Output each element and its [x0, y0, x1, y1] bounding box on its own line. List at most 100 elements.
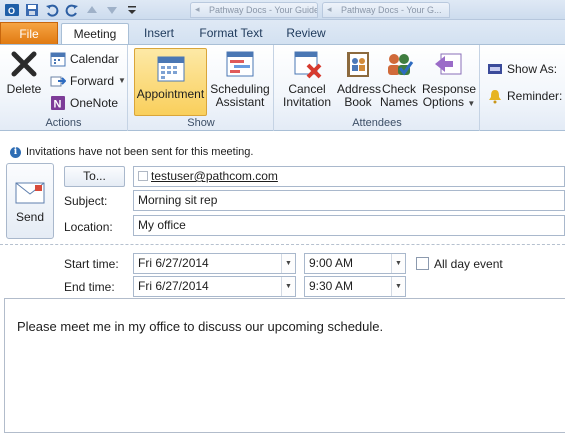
tab-review[interactable]: Review	[280, 23, 332, 44]
response-label-line2: Options	[422, 95, 465, 109]
location-field[interactable]: My office	[133, 215, 565, 236]
show-as-control[interactable]: Show As:	[487, 58, 557, 79]
options-group: Show As: Reminder:	[481, 45, 565, 131]
scheduling-assistant-button[interactable]: Scheduling Assistant	[209, 48, 271, 109]
scheduling-label-line1: Scheduling	[210, 82, 270, 96]
show-as-icon	[488, 63, 502, 74]
window-title-tab: ◂ Pathway Docs - Your G...	[322, 2, 450, 18]
start-time-picker[interactable]: 9:00 AM ▼	[304, 253, 406, 274]
calendar-label: Calendar	[70, 51, 119, 66]
attendees-group-label: Attendees	[352, 117, 402, 129]
undo-icon[interactable]	[44, 2, 60, 18]
check-names-button[interactable]: Check Names	[379, 48, 419, 109]
location-label: Location:	[64, 220, 113, 234]
cancel-label-line1: Cancel	[288, 82, 326, 96]
actions-group-label: Actions	[45, 117, 82, 129]
address-label-line2: Book	[344, 95, 372, 109]
show-group: Appointment Scheduling Assistant Show	[129, 45, 274, 131]
check-label-line1: Check	[381, 82, 416, 96]
end-date-dropdown-icon[interactable]: ▼	[281, 277, 295, 296]
response-options-icon	[435, 53, 462, 75]
end-time-value: 9:30 AM	[309, 279, 354, 293]
start-time-value: 9:00 AM	[309, 256, 354, 270]
to-recipient[interactable]: testuser@pathcom.com	[151, 169, 278, 183]
send-button[interactable]: Send	[6, 163, 54, 239]
tab-format-text[interactable]: Format Text	[191, 23, 271, 44]
ribbon: Delete Calendar Forward ▼ N OneNote Acti…	[0, 44, 565, 131]
info-icon: i	[10, 146, 21, 158]
forward-label: Forward	[70, 73, 115, 88]
subject-label: Subject:	[64, 194, 108, 208]
start-time-label: Start time:	[64, 257, 119, 271]
previous-item-icon[interactable]	[84, 2, 100, 18]
start-date-picker[interactable]: Fri 6/27/2014 ▼	[133, 253, 296, 274]
start-date-dropdown-icon[interactable]: ▼	[281, 254, 295, 273]
end-time-dropdown-icon[interactable]: ▼	[391, 277, 405, 296]
start-time-dropdown-icon[interactable]: ▼	[391, 254, 405, 273]
onenote-icon: N	[51, 95, 65, 110]
start-date-value: Fri 6/27/2014	[138, 256, 209, 270]
tab-file[interactable]: File	[0, 22, 58, 44]
title-bar: O ◂ Pathway Docs - Your Guide to... ◂ Pa…	[0, 0, 565, 20]
show-as-label: Show As:	[507, 61, 558, 76]
window-title-text: Pathway Docs - Your G...	[341, 5, 442, 15]
to-field[interactable]: testuser@pathcom.com	[133, 166, 565, 187]
ribbon-tab-row: File Meeting Insert Format Text Review	[0, 20, 565, 44]
address-book-icon	[347, 52, 369, 77]
forward-button[interactable]: Forward ▼	[50, 70, 126, 91]
all-day-label: All day event	[434, 257, 503, 271]
to-button[interactable]: To...	[64, 166, 125, 187]
address-book-button[interactable]: Address Book	[337, 48, 382, 109]
scheduling-label-line2: Assistant	[215, 95, 265, 109]
info-message: Invitations have not been sent for this …	[26, 146, 254, 158]
end-date-value: Fri 6/27/2014	[138, 279, 209, 293]
check-names-icon	[388, 54, 414, 76]
attendees-group: Cancel Invitation Address Book Check Nam…	[275, 45, 480, 131]
response-dropdown-icon: ▼	[467, 99, 476, 108]
quick-access-toolbar: O	[4, 2, 140, 18]
tab-icon: ◂	[195, 4, 200, 14]
tab-insert[interactable]: Insert	[136, 23, 182, 44]
address-label-line1: Address	[337, 82, 382, 96]
recipient-status-icon	[138, 171, 148, 181]
window-title-area: ◂ Pathway Docs - Your Guide to... ◂ Path…	[190, 2, 450, 18]
delete-button[interactable]: Delete	[4, 48, 44, 96]
subject-field[interactable]: Morning sit rep	[133, 190, 565, 211]
send-label: Send	[15, 210, 45, 224]
section-divider	[0, 244, 565, 245]
check-label-line2: Names	[379, 95, 418, 109]
tab-meeting[interactable]: Meeting	[61, 23, 129, 44]
end-time-picker[interactable]: 9:30 AM ▼	[304, 276, 406, 297]
calendar-icon	[50, 52, 66, 66]
svg-text:O: O	[8, 6, 15, 16]
cancel-invitation-icon	[294, 51, 322, 79]
response-label-line1: Response	[421, 82, 477, 96]
forward-icon	[50, 76, 66, 86]
redo-icon[interactable]	[64, 2, 80, 18]
onenote-label: OneNote	[70, 95, 119, 110]
forward-dropdown-icon: ▼	[118, 76, 126, 85]
reminder-label: Reminder:	[507, 88, 563, 103]
customize-toolbar-icon[interactable]	[124, 2, 140, 18]
reminder-control[interactable]: Reminder:	[487, 85, 562, 106]
window-title-tab: ◂ Pathway Docs - Your Guide to...	[190, 2, 318, 18]
delete-label: Delete	[6, 82, 42, 96]
response-options-button[interactable]: Response Options ▼	[420, 48, 478, 110]
outlook-app-icon[interactable]: O	[4, 2, 20, 18]
all-day-checkbox[interactable]	[416, 257, 429, 270]
onenote-button[interactable]: N OneNote	[50, 92, 118, 113]
message-body-text: Please meet me in my office to discuss o…	[17, 319, 384, 334]
scheduling-assistant-icon	[226, 51, 254, 77]
delete-x-icon	[11, 51, 37, 77]
actions-group: Delete Calendar Forward ▼ N OneNote Acti…	[0, 45, 128, 131]
appointment-button[interactable]: Appointment	[134, 48, 207, 116]
tab-icon: ◂	[327, 4, 332, 14]
next-item-icon[interactable]	[104, 2, 120, 18]
end-date-picker[interactable]: Fri 6/27/2014 ▼	[133, 276, 296, 297]
cancel-invitation-button[interactable]: Cancel Invitation	[278, 48, 336, 109]
calendar-button[interactable]: Calendar	[50, 48, 119, 69]
save-icon[interactable]	[24, 2, 40, 18]
appointment-icon	[157, 56, 184, 82]
show-group-label: Show	[187, 117, 215, 129]
message-body[interactable]: Please meet me in my office to discuss o…	[4, 298, 565, 433]
